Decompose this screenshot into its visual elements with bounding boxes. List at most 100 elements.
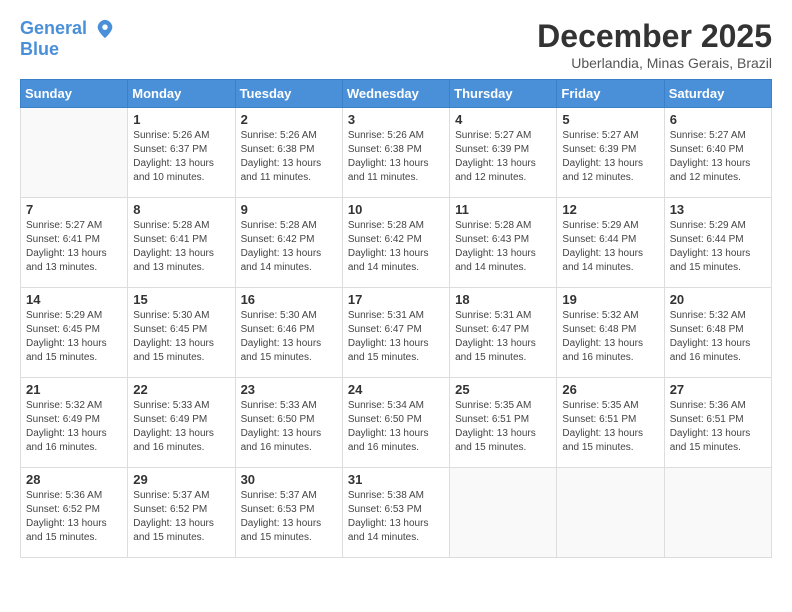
day-info: Sunrise: 5:32 AM Sunset: 6:48 PM Dayligh… xyxy=(562,309,658,365)
day-info: Sunrise: 5:27 AM Sunset: 6:40 PM Dayligh… xyxy=(670,129,766,185)
day-number: 26 xyxy=(562,382,658,397)
calendar-cell: 30 Sunrise: 5:37 AM Sunset: 6:53 PM Dayli… xyxy=(235,468,342,558)
day-info: Sunrise: 5:27 AM Sunset: 6:41 PM Dayligh… xyxy=(26,219,122,275)
day-info: Sunrise: 5:28 AM Sunset: 6:42 PM Dayligh… xyxy=(241,219,337,275)
calendar-day-header: Saturday xyxy=(664,80,771,108)
day-number: 8 xyxy=(133,202,229,217)
calendar-week-row: 7 Sunrise: 5:27 AM Sunset: 6:41 PM Daylig… xyxy=(21,198,772,288)
calendar-cell: 7 Sunrise: 5:27 AM Sunset: 6:41 PM Daylig… xyxy=(21,198,128,288)
day-number: 3 xyxy=(348,112,444,127)
day-info: Sunrise: 5:30 AM Sunset: 6:46 PM Dayligh… xyxy=(241,309,337,365)
day-number: 15 xyxy=(133,292,229,307)
calendar-day-header: Friday xyxy=(557,80,664,108)
calendar-cell xyxy=(557,468,664,558)
calendar-cell: 24 Sunrise: 5:34 AM Sunset: 6:50 PM Dayli… xyxy=(342,378,449,468)
calendar-cell: 20Sunrise: 5:32 AM Sunset: 6:48 PM Dayli… xyxy=(664,288,771,378)
calendar-week-row: 14 Sunrise: 5:29 AM Sunset: 6:45 PM Dayli… xyxy=(21,288,772,378)
day-number: 21 xyxy=(26,382,122,397)
day-info: Sunrise: 5:26 AM Sunset: 6:38 PM Dayligh… xyxy=(348,129,444,185)
calendar-day-header: Monday xyxy=(128,80,235,108)
day-info: Sunrise: 5:37 AM Sunset: 6:52 PM Dayligh… xyxy=(133,489,229,545)
calendar-day-header: Wednesday xyxy=(342,80,449,108)
calendar-header-row: SundayMondayTuesdayWednesdayThursdayFrid… xyxy=(21,80,772,108)
calendar-cell xyxy=(664,468,771,558)
day-info: Sunrise: 5:35 AM Sunset: 6:51 PM Dayligh… xyxy=(562,399,658,455)
calendar-cell: 18 Sunrise: 5:31 AM Sunset: 6:47 PM Dayli… xyxy=(450,288,557,378)
day-info: Sunrise: 5:36 AM Sunset: 6:52 PM Dayligh… xyxy=(26,489,122,545)
calendar-week-row: 28 Sunrise: 5:36 AM Sunset: 6:52 PM Dayli… xyxy=(21,468,772,558)
calendar-cell: 10Sunrise: 5:28 AM Sunset: 6:42 PM Dayli… xyxy=(342,198,449,288)
calendar-week-row: 1 Sunrise: 5:26 AM Sunset: 6:37 PM Daylig… xyxy=(21,108,772,198)
calendar-cell: 31 Sunrise: 5:38 AM Sunset: 6:53 PM Dayli… xyxy=(342,468,449,558)
subtitle: Uberlandia, Minas Gerais, Brazil xyxy=(537,55,772,71)
day-number: 12 xyxy=(562,202,658,217)
day-number: 19 xyxy=(562,292,658,307)
calendar-week-row: 21 Sunrise: 5:32 AM Sunset: 6:49 PM Dayli… xyxy=(21,378,772,468)
day-number: 22 xyxy=(133,382,229,397)
day-number: 11 xyxy=(455,202,551,217)
calendar-cell: 19 Sunrise: 5:32 AM Sunset: 6:48 PM Dayli… xyxy=(557,288,664,378)
day-number: 30 xyxy=(241,472,337,487)
calendar-cell: 17 Sunrise: 5:31 AM Sunset: 6:47 PM Dayli… xyxy=(342,288,449,378)
calendar-cell: 29 Sunrise: 5:37 AM Sunset: 6:52 PM Dayli… xyxy=(128,468,235,558)
day-number: 29 xyxy=(133,472,229,487)
day-number: 14 xyxy=(26,292,122,307)
day-info: Sunrise: 5:34 AM Sunset: 6:50 PM Dayligh… xyxy=(348,399,444,455)
calendar-cell: 3 Sunrise: 5:26 AM Sunset: 6:38 PM Daylig… xyxy=(342,108,449,198)
day-info: Sunrise: 5:31 AM Sunset: 6:47 PM Dayligh… xyxy=(455,309,551,365)
calendar-cell: 21 Sunrise: 5:32 AM Sunset: 6:49 PM Dayli… xyxy=(21,378,128,468)
day-info: Sunrise: 5:37 AM Sunset: 6:53 PM Dayligh… xyxy=(241,489,337,545)
calendar-cell: 5 Sunrise: 5:27 AM Sunset: 6:39 PM Daylig… xyxy=(557,108,664,198)
day-number: 23 xyxy=(241,382,337,397)
calendar-cell: 14 Sunrise: 5:29 AM Sunset: 6:45 PM Dayli… xyxy=(21,288,128,378)
day-info: Sunrise: 5:28 AM Sunset: 6:43 PM Dayligh… xyxy=(455,219,551,275)
calendar-cell: 25Sunrise: 5:35 AM Sunset: 6:51 PM Dayli… xyxy=(450,378,557,468)
day-number: 5 xyxy=(562,112,658,127)
day-info: Sunrise: 5:33 AM Sunset: 6:50 PM Dayligh… xyxy=(241,399,337,455)
day-number: 27 xyxy=(670,382,766,397)
day-number: 6 xyxy=(670,112,766,127)
day-number: 17 xyxy=(348,292,444,307)
calendar-cell: 23 Sunrise: 5:33 AM Sunset: 6:50 PM Dayli… xyxy=(235,378,342,468)
day-info: Sunrise: 5:26 AM Sunset: 6:37 PM Dayligh… xyxy=(133,129,229,185)
day-number: 7 xyxy=(26,202,122,217)
calendar-cell: 28 Sunrise: 5:36 AM Sunset: 6:52 PM Dayli… xyxy=(21,468,128,558)
calendar-day-header: Sunday xyxy=(21,80,128,108)
calendar-day-header: Tuesday xyxy=(235,80,342,108)
day-info: Sunrise: 5:29 AM Sunset: 6:44 PM Dayligh… xyxy=(670,219,766,275)
logo: General Blue xyxy=(20,18,116,60)
calendar-table: SundayMondayTuesdayWednesdayThursdayFrid… xyxy=(20,79,772,558)
day-info: Sunrise: 5:36 AM Sunset: 6:51 PM Dayligh… xyxy=(670,399,766,455)
day-info: Sunrise: 5:33 AM Sunset: 6:49 PM Dayligh… xyxy=(133,399,229,455)
calendar-cell: 16Sunrise: 5:30 AM Sunset: 6:46 PM Dayli… xyxy=(235,288,342,378)
day-info: Sunrise: 5:28 AM Sunset: 6:41 PM Dayligh… xyxy=(133,219,229,275)
day-number: 24 xyxy=(348,382,444,397)
day-number: 2 xyxy=(241,112,337,127)
day-info: Sunrise: 5:32 AM Sunset: 6:49 PM Dayligh… xyxy=(26,399,122,455)
day-info: Sunrise: 5:32 AM Sunset: 6:48 PM Dayligh… xyxy=(670,309,766,365)
day-number: 1 xyxy=(133,112,229,127)
calendar-cell: 6 Sunrise: 5:27 AM Sunset: 6:40 PM Daylig… xyxy=(664,108,771,198)
day-info: Sunrise: 5:31 AM Sunset: 6:47 PM Dayligh… xyxy=(348,309,444,365)
day-number: 4 xyxy=(455,112,551,127)
calendar-cell: 4 Sunrise: 5:27 AM Sunset: 6:39 PM Daylig… xyxy=(450,108,557,198)
page-header: General Blue December 2025 Uberlandia, M… xyxy=(10,10,782,75)
day-info: Sunrise: 5:29 AM Sunset: 6:45 PM Dayligh… xyxy=(26,309,122,365)
day-info: Sunrise: 5:27 AM Sunset: 6:39 PM Dayligh… xyxy=(455,129,551,185)
calendar-cell: 26 Sunrise: 5:35 AM Sunset: 6:51 PM Dayli… xyxy=(557,378,664,468)
day-info: Sunrise: 5:27 AM Sunset: 6:39 PM Dayligh… xyxy=(562,129,658,185)
day-info: Sunrise: 5:26 AM Sunset: 6:38 PM Dayligh… xyxy=(241,129,337,185)
day-number: 18 xyxy=(455,292,551,307)
day-number: 13 xyxy=(670,202,766,217)
calendar-cell: 13 Sunrise: 5:29 AM Sunset: 6:44 PM Dayli… xyxy=(664,198,771,288)
calendar-cell: 12Sunrise: 5:29 AM Sunset: 6:44 PM Dayli… xyxy=(557,198,664,288)
logo-blue-text: Blue xyxy=(20,40,116,60)
calendar-cell xyxy=(450,468,557,558)
day-number: 31 xyxy=(348,472,444,487)
day-info: Sunrise: 5:38 AM Sunset: 6:53 PM Dayligh… xyxy=(348,489,444,545)
day-number: 28 xyxy=(26,472,122,487)
calendar-cell: 15Sunrise: 5:30 AM Sunset: 6:45 PM Dayli… xyxy=(128,288,235,378)
calendar-cell: 11 Sunrise: 5:28 AM Sunset: 6:43 PM Dayli… xyxy=(450,198,557,288)
title-block: December 2025 Uberlandia, Minas Gerais, … xyxy=(537,18,772,71)
logo-text: General xyxy=(20,18,116,40)
